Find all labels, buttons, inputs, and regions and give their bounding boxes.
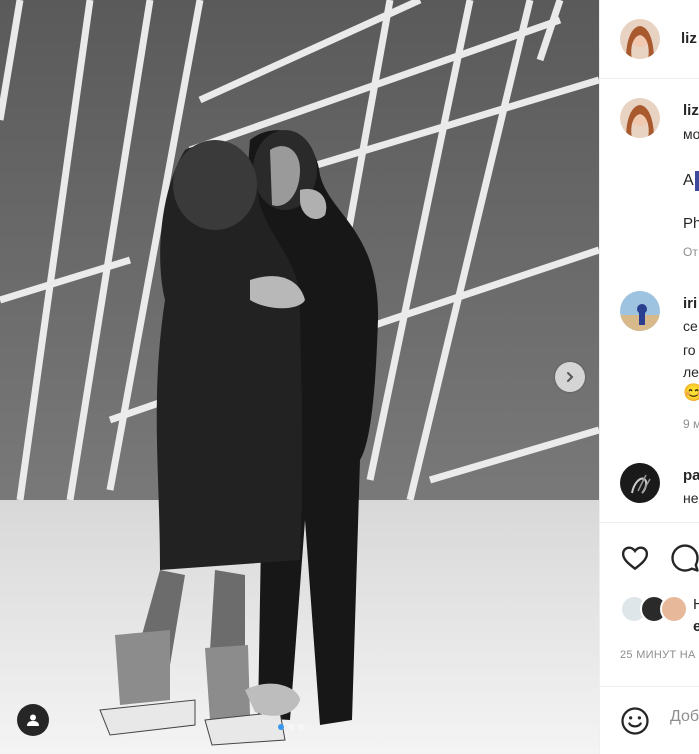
- user-tag-button[interactable]: [17, 704, 49, 736]
- post-header: liz: [600, 0, 699, 79]
- emoji-button[interactable]: [620, 706, 650, 741]
- comment-line: се: [683, 318, 698, 334]
- add-comment-bar: [600, 686, 699, 754]
- commenter-avatar-image: [620, 291, 660, 331]
- post-side-panel: liz liz мо A Ph От iri се го ле: [599, 0, 699, 754]
- liker-avatar: [660, 595, 688, 623]
- header-username[interactable]: liz: [681, 30, 697, 47]
- author-avatar-image: [620, 19, 660, 59]
- comment-username[interactable]: iri: [683, 295, 697, 312]
- commenter-avatar-image: [620, 463, 660, 503]
- caption-line: мо: [683, 126, 699, 142]
- commenter-avatar[interactable]: [620, 463, 660, 503]
- liked-by-text: Н: [693, 596, 699, 614]
- post-timestamp[interactable]: 25 МИНУТ НА: [620, 649, 696, 661]
- caption-avatar[interactable]: [620, 98, 660, 138]
- comment-time: 9 м: [683, 417, 699, 431]
- comment-line: не: [683, 490, 699, 506]
- caption-username[interactable]: liz: [683, 102, 699, 119]
- comment-line: го: [683, 342, 696, 358]
- carousel-dot: [288, 724, 294, 730]
- comments-list: liz мо A Ph От iri се го ле 😊 9 м: [600, 79, 699, 522]
- commenter-avatar[interactable]: [620, 291, 660, 331]
- liked-by-name[interactable]: е: [693, 618, 699, 636]
- photo-image: [0, 0, 599, 754]
- liked-by-avatars[interactable]: [620, 595, 688, 623]
- author-avatar[interactable]: [620, 19, 660, 59]
- post-actions: Н е 25 МИНУТ НА: [600, 522, 699, 754]
- caption-line: Ph: [683, 215, 699, 232]
- heart-icon: [621, 546, 649, 571]
- comment-line: ле: [683, 364, 699, 380]
- carousel-indicators: [278, 724, 304, 730]
- chevron-right-icon: [567, 372, 574, 382]
- caption-avatar-image: [620, 98, 660, 138]
- comment-button[interactable]: [670, 543, 699, 578]
- text-highlight: [694, 171, 699, 191]
- comment-bubble-icon: [671, 544, 699, 572]
- comment-input[interactable]: [668, 707, 699, 727]
- emoji-icon: [621, 707, 649, 735]
- caption-line: A: [683, 171, 699, 191]
- carousel-next-button[interactable]: [555, 362, 585, 392]
- comment-emoji: 😊: [683, 384, 699, 402]
- user-tag-icon: [27, 714, 39, 726]
- caption-meta: От: [683, 245, 698, 259]
- carousel-dot: [278, 724, 284, 730]
- comment-username[interactable]: pa: [683, 467, 699, 484]
- carousel-dot: [298, 724, 304, 730]
- like-button[interactable]: [620, 543, 650, 578]
- post-photo[interactable]: [0, 0, 599, 754]
